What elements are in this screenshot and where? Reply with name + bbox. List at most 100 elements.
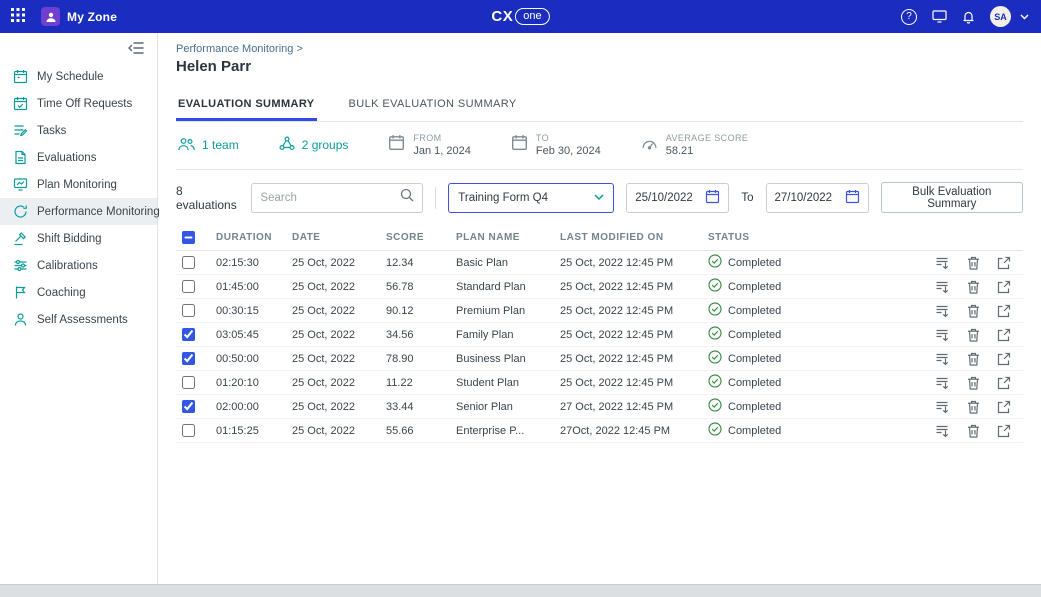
row-checkbox[interactable]	[182, 376, 195, 389]
search-input[interactable]	[260, 192, 400, 204]
column-header-last-modified[interactable]: LAST MODIFIED ON	[554, 225, 702, 251]
form-select[interactable]: Training Form Q4	[448, 183, 614, 213]
open-in-new-icon[interactable]	[997, 280, 1011, 294]
playlist-add-icon[interactable]	[935, 352, 950, 366]
playlist-add-icon[interactable]	[935, 400, 950, 414]
row-checkbox[interactable]	[182, 352, 195, 365]
my-zone-app[interactable]: My Zone	[41, 7, 117, 26]
row-checkbox[interactable]	[182, 256, 195, 269]
sidebar-item-evaluations[interactable]: Evaluations	[0, 144, 157, 171]
open-in-new-icon[interactable]	[997, 304, 1011, 318]
sidebar-item-time-off-requests[interactable]: Time Off Requests	[0, 90, 157, 117]
status-label: Completed	[728, 377, 781, 389]
sidebar-item-tasks[interactable]: Tasks	[0, 117, 157, 144]
tasks-icon	[12, 123, 28, 139]
collapse-sidebar-icon[interactable]	[128, 42, 144, 54]
row-checkbox[interactable]	[182, 424, 195, 437]
completed-check-icon	[708, 302, 722, 319]
table-row[interactable]: 00:50:00 25 Oct, 2022 78.90 Business Pla…	[176, 347, 1023, 371]
open-in-new-icon[interactable]	[997, 352, 1011, 366]
delete-icon[interactable]	[967, 304, 980, 318]
playlist-add-icon[interactable]	[935, 280, 950, 294]
tab-bulk-evaluation-summary[interactable]: BULK EVALUATION SUMMARY	[347, 89, 519, 121]
delete-icon[interactable]	[967, 328, 980, 342]
agent-screen-icon[interactable]	[932, 10, 947, 23]
sidebar-item-self-assessments[interactable]: Self Assessments	[0, 306, 157, 333]
sidebar-item-my-schedule[interactable]: My Schedule	[0, 63, 157, 90]
row-checkbox[interactable]	[182, 280, 195, 293]
tab-bar: EVALUATION SUMMARY BULK EVALUATION SUMMA…	[176, 89, 1023, 122]
groups-summary[interactable]: 2 groups	[279, 136, 349, 154]
playlist-add-icon[interactable]	[935, 256, 950, 270]
playlist-add-icon[interactable]	[935, 304, 950, 318]
delete-icon[interactable]	[967, 400, 980, 414]
app-launcher-button[interactable]	[9, 4, 31, 29]
row-checkbox[interactable]	[182, 328, 195, 341]
delete-icon[interactable]	[967, 424, 980, 438]
table-row[interactable]: 02:15:30 25 Oct, 2022 12.34 Basic Plan 2…	[176, 251, 1023, 275]
delete-icon[interactable]	[967, 256, 980, 270]
table-row[interactable]: 01:20:10 25 Oct, 2022 11.22 Student Plan…	[176, 371, 1023, 395]
open-in-new-icon[interactable]	[997, 400, 1011, 414]
cell-score: 78.90	[380, 347, 450, 371]
open-in-new-icon[interactable]	[997, 256, 1011, 270]
playlist-add-icon[interactable]	[935, 424, 950, 438]
playlist-add-icon[interactable]	[935, 376, 950, 390]
cell-plan-name: Student Plan	[450, 371, 554, 395]
date-to-input[interactable]: 27/10/2022	[766, 183, 869, 213]
cell-status: Completed	[702, 251, 870, 275]
column-header-duration[interactable]: DURATION	[210, 225, 286, 251]
user-menu-chevron-icon[interactable]	[1020, 14, 1029, 20]
select-all-checkbox[interactable]	[182, 231, 195, 244]
team-summary[interactable]: 1 team	[178, 137, 239, 154]
sidebar-item-label: My Schedule	[37, 71, 103, 83]
cell-last-modified: 25 Oct, 2022 12:45 PM	[554, 299, 702, 323]
delete-icon[interactable]	[967, 280, 980, 294]
user-avatar[interactable]: SA	[990, 6, 1011, 27]
sidebar-item-performance-monitoring[interactable]: Performance Monitoring	[0, 198, 157, 225]
average-score-summary: AVERAGE SCORE 58.21	[641, 133, 749, 157]
open-in-new-icon[interactable]	[997, 328, 1011, 342]
cell-status: Completed	[702, 371, 870, 395]
table-row[interactable]: 00:30:15 25 Oct, 2022 90.12 Premium Plan…	[176, 299, 1023, 323]
table-row[interactable]: 02:00:00 25 Oct, 2022 33.44 Senior Plan …	[176, 395, 1023, 419]
notifications-bell-icon[interactable]	[962, 10, 975, 24]
delete-icon[interactable]	[967, 352, 980, 366]
column-header-date[interactable]: DATE	[286, 225, 380, 251]
search-icon[interactable]	[400, 188, 414, 207]
cell-last-modified: 25 Oct, 2022 12:45 PM	[554, 323, 702, 347]
calendar-icon	[511, 134, 528, 156]
row-checkbox[interactable]	[182, 400, 195, 413]
sidebar-item-label: Shift Bidding	[37, 233, 102, 245]
breadcrumb[interactable]: Performance Monitoring >	[176, 43, 303, 55]
sidebar-item-calibrations[interactable]: Calibrations	[0, 252, 157, 279]
date-from-input[interactable]: 25/10/2022	[626, 183, 729, 213]
help-icon[interactable]: ?	[901, 9, 917, 25]
cell-last-modified: 25 Oct, 2022 12:45 PM	[554, 347, 702, 371]
sidebar-item-shift-bidding[interactable]: Shift Bidding	[0, 225, 157, 252]
table-row[interactable]: 01:15:25 25 Oct, 2022 55.66 Enterprise P…	[176, 419, 1023, 443]
cell-date: 25 Oct, 2022	[286, 251, 380, 275]
table-row[interactable]: 03:05:45 25 Oct, 2022 34.56 Family Plan …	[176, 323, 1023, 347]
open-in-new-icon[interactable]	[997, 376, 1011, 390]
performance-monitoring-icon	[12, 204, 28, 220]
table-row[interactable]: 01:45:00 25 Oct, 2022 56.78 Standard Pla…	[176, 275, 1023, 299]
cell-plan-name: Enterprise P...	[450, 419, 554, 443]
tab-evaluation-summary[interactable]: EVALUATION SUMMARY	[176, 89, 317, 121]
cell-last-modified: 27 Oct, 2022 12:45 PM	[554, 395, 702, 419]
sidebar-item-label: Evaluations	[37, 152, 96, 164]
cell-status: Completed	[702, 275, 870, 299]
groups-count-link: 2 groups	[302, 138, 349, 152]
open-in-new-icon[interactable]	[997, 424, 1011, 438]
bulk-evaluation-summary-button[interactable]: Bulk Evaluation Summary	[881, 182, 1023, 213]
playlist-add-icon[interactable]	[935, 328, 950, 342]
row-checkbox[interactable]	[182, 304, 195, 317]
delete-icon[interactable]	[967, 376, 980, 390]
column-header-plan-name[interactable]: PLAN NAME	[450, 225, 554, 251]
column-header-score[interactable]: SCORE	[380, 225, 450, 251]
chevron-down-icon	[594, 192, 604, 204]
sidebar-item-coaching[interactable]: Coaching	[0, 279, 157, 306]
cell-duration: 02:00:00	[210, 395, 286, 419]
column-header-status[interactable]: STATUS	[702, 225, 870, 251]
sidebar-item-plan-monitoring[interactable]: Plan Monitoring	[0, 171, 157, 198]
